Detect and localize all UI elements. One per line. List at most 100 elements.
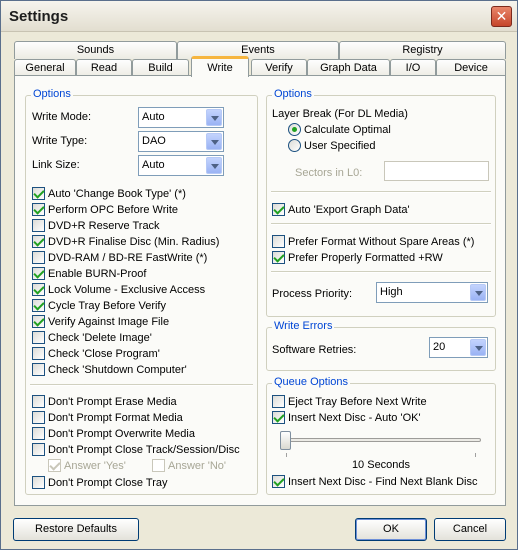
- reserve-track-checkbox[interactable]: DVD+R Reserve Track: [32, 219, 160, 233]
- queue-options-group: Queue Options Eject Tray Before Next Wri…: [266, 376, 496, 495]
- perform-opc-checkbox[interactable]: Perform OPC Before Write: [32, 203, 178, 217]
- button-label: Cancel: [452, 523, 488, 535]
- checkbox-icon[interactable]: [32, 235, 45, 248]
- answer-yes-checkbox: Answer 'Yes': [48, 459, 126, 473]
- checkbox-label: Verify Against Image File: [48, 316, 170, 328]
- checkbox-icon[interactable]: [32, 315, 45, 328]
- finalise-disc-checkbox[interactable]: DVD+R Finalise Disc (Min. Radius): [32, 235, 219, 249]
- title-bar: Settings ✕: [1, 1, 517, 32]
- prompt-close-tray-checkbox[interactable]: Don't Prompt Close Tray: [32, 476, 167, 490]
- radio-icon[interactable]: [288, 139, 301, 152]
- chevron-down-icon[interactable]: [206, 133, 222, 150]
- lock-volume-checkbox[interactable]: Lock Volume - Exclusive Access: [32, 283, 205, 297]
- checkbox-icon[interactable]: [32, 203, 45, 216]
- cycle-tray-checkbox[interactable]: Cycle Tray Before Verify: [32, 299, 166, 313]
- tab-label: I/O: [405, 62, 421, 74]
- prefer-properly-checkbox[interactable]: Prefer Properly Formatted +RW: [272, 251, 443, 265]
- checkbox-icon[interactable]: [272, 395, 285, 408]
- checkbox-icon[interactable]: [32, 395, 45, 408]
- checkbox-label: Prefer Properly Formatted +RW: [288, 252, 443, 264]
- insert-find-blank-checkbox[interactable]: Insert Next Disc - Find Next Blank Disc: [272, 475, 478, 489]
- eject-tray-checkbox[interactable]: Eject Tray Before Next Write: [272, 395, 427, 409]
- checkbox-icon[interactable]: [272, 235, 285, 248]
- checkbox-icon[interactable]: [32, 267, 45, 280]
- checkbox-icon[interactable]: [32, 251, 45, 264]
- checkbox-label: Eject Tray Before Next Write: [288, 396, 427, 408]
- chevron-down-icon[interactable]: [206, 109, 222, 126]
- prefer-format-checkbox[interactable]: Prefer Format Without Spare Areas (*): [272, 235, 474, 249]
- tab-label: Sounds: [76, 44, 115, 56]
- checkbox-icon[interactable]: [32, 443, 45, 456]
- close-program-checkbox[interactable]: Check 'Close Program': [32, 347, 160, 361]
- tab-label: Write: [207, 62, 233, 74]
- ok-button[interactable]: OK: [355, 518, 427, 541]
- checkbox-icon[interactable]: [272, 475, 285, 488]
- checkbox-icon[interactable]: [272, 251, 285, 264]
- checkbox-icon[interactable]: [32, 299, 45, 312]
- checkbox-icon[interactable]: [32, 219, 45, 232]
- user-specified-radio[interactable]: User Specified: [288, 139, 376, 153]
- slider-value-text: 10 Seconds: [351, 459, 411, 471]
- checkbox-label: Check 'Shutdown Computer': [48, 364, 187, 376]
- write-mode-label: Write Mode:: [32, 111, 92, 123]
- write-type-select[interactable]: DAO: [138, 131, 224, 152]
- layer-break-label: Layer Break (For DL Media): [272, 108, 408, 120]
- tab-label: Read: [90, 62, 118, 74]
- software-retries-select[interactable]: 20: [429, 337, 488, 358]
- process-priority-select[interactable]: High: [376, 282, 488, 303]
- verify-image-checkbox[interactable]: Verify Against Image File: [32, 315, 169, 329]
- group-title: Write Errors: [272, 320, 335, 332]
- prompt-close-track-checkbox[interactable]: Don't Prompt Close Track/Session/Disc: [32, 443, 240, 457]
- close-button[interactable]: ✕: [491, 6, 512, 27]
- tab-registry[interactable]: Registry: [339, 41, 506, 59]
- chevron-down-icon[interactable]: [470, 284, 486, 301]
- write-mode-select[interactable]: Auto: [138, 107, 224, 128]
- checkbox-label: Don't Prompt Erase Media: [48, 396, 177, 408]
- checkbox-icon[interactable]: [32, 283, 45, 296]
- checkbox-icon[interactable]: [32, 411, 45, 424]
- checkbox-label: Don't Prompt Overwrite Media: [48, 428, 195, 440]
- delete-image-checkbox[interactable]: Check 'Delete Image': [32, 331, 152, 345]
- queue-delay-slider-thumb[interactable]: [280, 431, 291, 450]
- checkbox-label: Insert Next Disc - Find Next Blank Disc: [288, 476, 478, 488]
- auto-change-book-type-checkbox[interactable]: Auto 'Change Book Type' (*): [32, 187, 186, 201]
- tab-sounds[interactable]: Sounds: [14, 41, 177, 59]
- cancel-button[interactable]: Cancel: [434, 518, 506, 541]
- write-type-label: Write Type:: [32, 135, 88, 147]
- sectors-input: [384, 161, 489, 181]
- checkbox-icon[interactable]: [32, 331, 45, 344]
- restore-defaults-button[interactable]: Restore Defaults: [13, 518, 139, 541]
- checkbox-label: DVD+R Finalise Disc (Min. Radius): [48, 236, 220, 248]
- export-graph-checkbox[interactable]: Auto 'Export Graph Data': [272, 203, 410, 217]
- fastwrite-checkbox[interactable]: DVD-RAM / BD-RE FastWrite (*): [32, 251, 207, 265]
- prompt-format-checkbox[interactable]: Don't Prompt Format Media: [32, 411, 183, 425]
- group-title: Options: [31, 88, 73, 100]
- insert-auto-ok-checkbox[interactable]: Insert Next Disc - Auto 'OK': [272, 411, 421, 425]
- radio-icon[interactable]: [288, 123, 301, 136]
- checkbox-icon[interactable]: [272, 411, 285, 424]
- checkbox-icon[interactable]: [32, 476, 45, 489]
- link-size-select[interactable]: Auto: [138, 155, 224, 176]
- chevron-down-icon[interactable]: [470, 339, 486, 356]
- chevron-down-icon[interactable]: [206, 157, 222, 174]
- queue-delay-slider-track[interactable]: [280, 438, 481, 442]
- window-title: Settings: [9, 8, 69, 25]
- shutdown-computer-checkbox[interactable]: Check 'Shutdown Computer': [32, 363, 187, 377]
- tab-label: Verify: [265, 62, 293, 74]
- checkbox-icon[interactable]: [32, 187, 45, 200]
- calculate-optimal-radio[interactable]: Calculate Optimal: [288, 123, 391, 137]
- radio-label: User Specified: [304, 140, 376, 152]
- prompt-erase-checkbox[interactable]: Don't Prompt Erase Media: [32, 395, 177, 409]
- prompt-overwrite-checkbox[interactable]: Don't Prompt Overwrite Media: [32, 427, 195, 441]
- left-options-group: Options Write Mode: Auto Write Type: DAO…: [25, 88, 258, 495]
- checkbox-icon[interactable]: [272, 203, 285, 216]
- checkbox-icon[interactable]: [32, 347, 45, 360]
- checkbox-icon[interactable]: [32, 427, 45, 440]
- checkbox-label: Auto 'Change Book Type' (*): [48, 188, 186, 200]
- checkbox-icon[interactable]: [32, 363, 45, 376]
- group-title: Options: [272, 88, 314, 100]
- tab-write[interactable]: Write: [191, 56, 249, 77]
- settings-window: Settings ✕ Sounds Events Registry Genera…: [0, 0, 518, 550]
- burn-proof-checkbox[interactable]: Enable BURN-Proof: [32, 267, 146, 281]
- checkbox-label: Don't Prompt Close Track/Session/Disc: [48, 444, 240, 456]
